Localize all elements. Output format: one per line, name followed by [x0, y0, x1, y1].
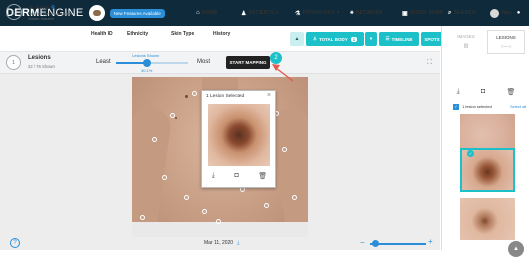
- zoom-slider-handle[interactable]: [372, 240, 379, 247]
- sidebar-download-icon[interactable]: ⤓: [457, 88, 460, 96]
- close-icon[interactable]: ×: [267, 92, 271, 99]
- lesion-thumbnail[interactable]: [460, 114, 515, 148]
- link-icon: ○—○: [500, 44, 512, 50]
- camera-add-icon[interactable]: ◘: [234, 172, 238, 180]
- lesion-thumbnail[interactable]: [460, 198, 515, 240]
- selection-row[interactable]: ✓ 1 lesion selected: [453, 104, 492, 110]
- select-all-link[interactable]: Select all: [510, 104, 526, 109]
- checkbox[interactable]: ✓: [453, 104, 459, 110]
- download-date-icon[interactable]: ⤓: [237, 240, 239, 246]
- lesion-dermoscopy-image[interactable]: [208, 104, 270, 166]
- images-icon: ▥: [463, 43, 469, 49]
- help-icon[interactable]: ?: [10, 238, 20, 248]
- download-icon[interactable]: ⤓: [212, 172, 215, 180]
- tab-lesions[interactable]: LESIONS ○—○: [487, 30, 525, 54]
- lesion-popup: 1 Lesion Selected × ⤓ ◘ 🗑: [201, 90, 276, 188]
- trash-icon[interactable]: 🗑: [258, 172, 267, 180]
- sidebar-camera-icon[interactable]: ◘: [481, 88, 485, 96]
- arrow-to-start-mapping: [275, 67, 294, 82]
- step-badge-2: 2: [270, 52, 282, 64]
- popup-title: 1 Lesion Selected: [206, 94, 245, 99]
- selected-check-icon: ✓: [467, 150, 474, 157]
- sidebar-trash-icon[interactable]: 🗑: [506, 88, 515, 96]
- tab-images[interactable]: IMAGES ▥: [447, 30, 485, 54]
- photo-date: Mar 11, 2020 ⤓: [204, 240, 240, 246]
- scroll-up-button[interactable]: ▲: [508, 241, 524, 257]
- zoom-out-icon[interactable]: −: [360, 238, 365, 247]
- zoom-in-icon[interactable]: +: [428, 237, 433, 246]
